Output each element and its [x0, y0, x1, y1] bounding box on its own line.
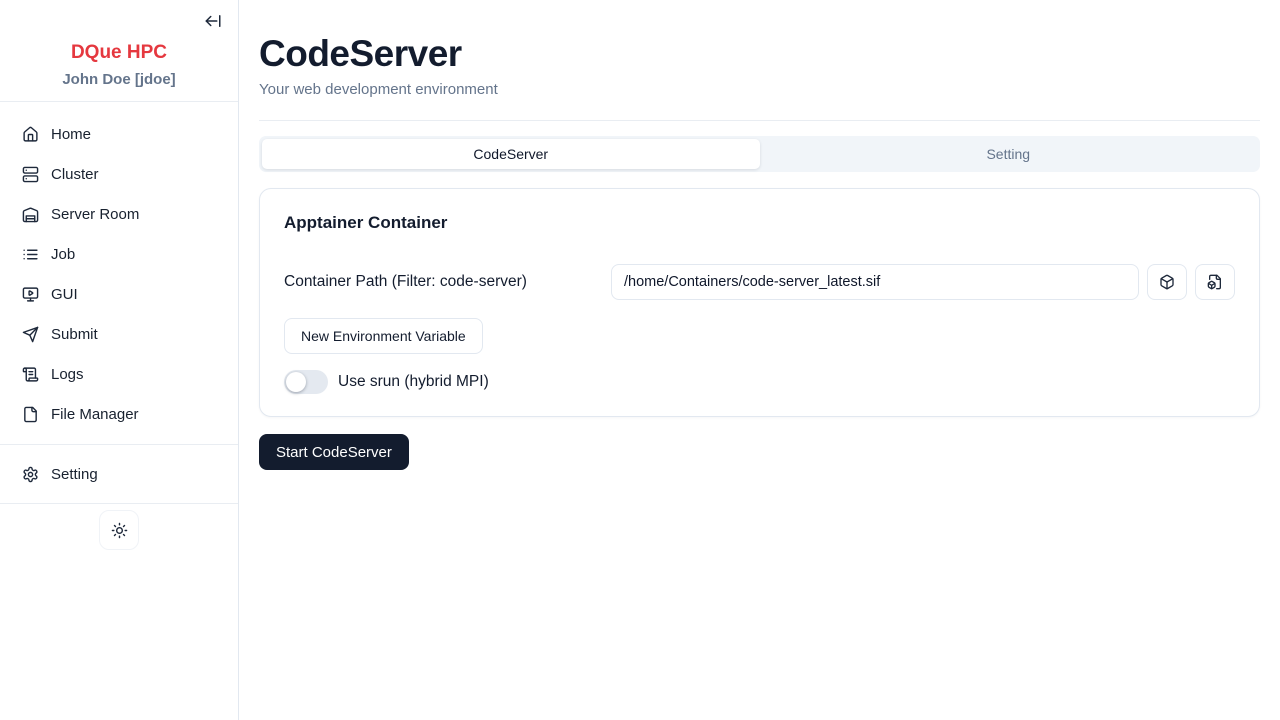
- sidebar-item-label: Setting: [51, 466, 98, 483]
- sidebar-nav: Home Cluster Server Ro: [0, 102, 238, 434]
- sidebar-divider: [0, 503, 238, 504]
- server-icon: [22, 166, 39, 183]
- select-sif-file-button[interactable]: [1195, 264, 1235, 300]
- sidebar-item-setting[interactable]: Setting: [0, 454, 238, 494]
- srun-toggle-row: Use srun (hybrid MPI): [284, 370, 1235, 394]
- sidebar-item-label: Job: [51, 246, 75, 263]
- srun-toggle-label: Use srun (hybrid MPI): [338, 373, 489, 391]
- tab-codeserver[interactable]: CodeServer: [262, 139, 760, 169]
- srun-toggle[interactable]: [284, 370, 328, 394]
- sidebar-item-cluster[interactable]: Cluster: [0, 154, 238, 194]
- sidebar-item-file-manager[interactable]: File Manager: [0, 394, 238, 434]
- sidebar-item-label: Home: [51, 126, 91, 143]
- page-title: CodeServer: [259, 34, 1260, 74]
- sidebar-divider: [0, 444, 238, 445]
- file-icon: [22, 406, 39, 423]
- card-title: Apptainer Container: [284, 213, 1235, 233]
- container-path-label: Container Path (Filter: code-server): [284, 273, 611, 291]
- sidebar-item-job[interactable]: Job: [0, 234, 238, 274]
- tab-setting[interactable]: Setting: [760, 139, 1258, 169]
- sidebar: DQue HPC John Doe [jdoe] Home: [0, 0, 239, 720]
- sidebar-item-logs[interactable]: Logs: [0, 354, 238, 394]
- gear-icon: [22, 466, 39, 483]
- header-divider: [259, 120, 1260, 121]
- theme-toggle-button[interactable]: [99, 510, 139, 550]
- page-subtitle: Your web development environment: [259, 81, 1260, 99]
- scroll-text-icon: [22, 366, 39, 383]
- tab-list: CodeServer Setting: [259, 136, 1260, 172]
- sidebar-item-label: Server Room: [51, 206, 139, 223]
- sidebar-item-server-room[interactable]: Server Room: [0, 194, 238, 234]
- srun-toggle-knob: [286, 372, 306, 392]
- sun-icon: [111, 522, 128, 539]
- start-codeserver-button[interactable]: Start CodeServer: [259, 434, 409, 470]
- sidebar-item-home[interactable]: Home: [0, 114, 238, 154]
- brand-title: DQue HPC: [0, 42, 238, 64]
- sidebar-item-submit[interactable]: Submit: [0, 314, 238, 354]
- sidebar-item-label: GUI: [51, 286, 78, 303]
- list-icon: [22, 246, 39, 263]
- container-path-input[interactable]: [611, 264, 1139, 300]
- box-icon: [1159, 274, 1175, 290]
- file-box-icon: [1207, 274, 1223, 290]
- warehouse-icon: [22, 206, 39, 223]
- monitor-play-icon: [22, 286, 39, 303]
- sidebar-item-label: Cluster: [51, 166, 99, 183]
- main-content: CodeServer Your web development environm…: [239, 0, 1280, 720]
- send-icon: [22, 326, 39, 343]
- apptainer-container-card: Apptainer Container Container Path (Filt…: [259, 188, 1260, 417]
- house-icon: [22, 126, 39, 143]
- sidebar-item-label: Submit: [51, 326, 98, 343]
- container-path-row: Container Path (Filter: code-server): [284, 264, 1235, 300]
- new-environment-variable-button[interactable]: New Environment Variable: [284, 318, 483, 354]
- sidebar-item-label: Logs: [51, 366, 84, 383]
- browse-container-button[interactable]: [1147, 264, 1187, 300]
- sidebar-item-label: File Manager: [51, 406, 139, 423]
- collapse-sidebar-button[interactable]: [203, 11, 223, 31]
- sidebar-item-gui[interactable]: GUI: [0, 274, 238, 314]
- app-root: DQue HPC John Doe [jdoe] Home: [0, 0, 1280, 720]
- user-name: John Doe [jdoe]: [0, 71, 238, 89]
- collapse-sidebar-icon: [204, 12, 222, 30]
